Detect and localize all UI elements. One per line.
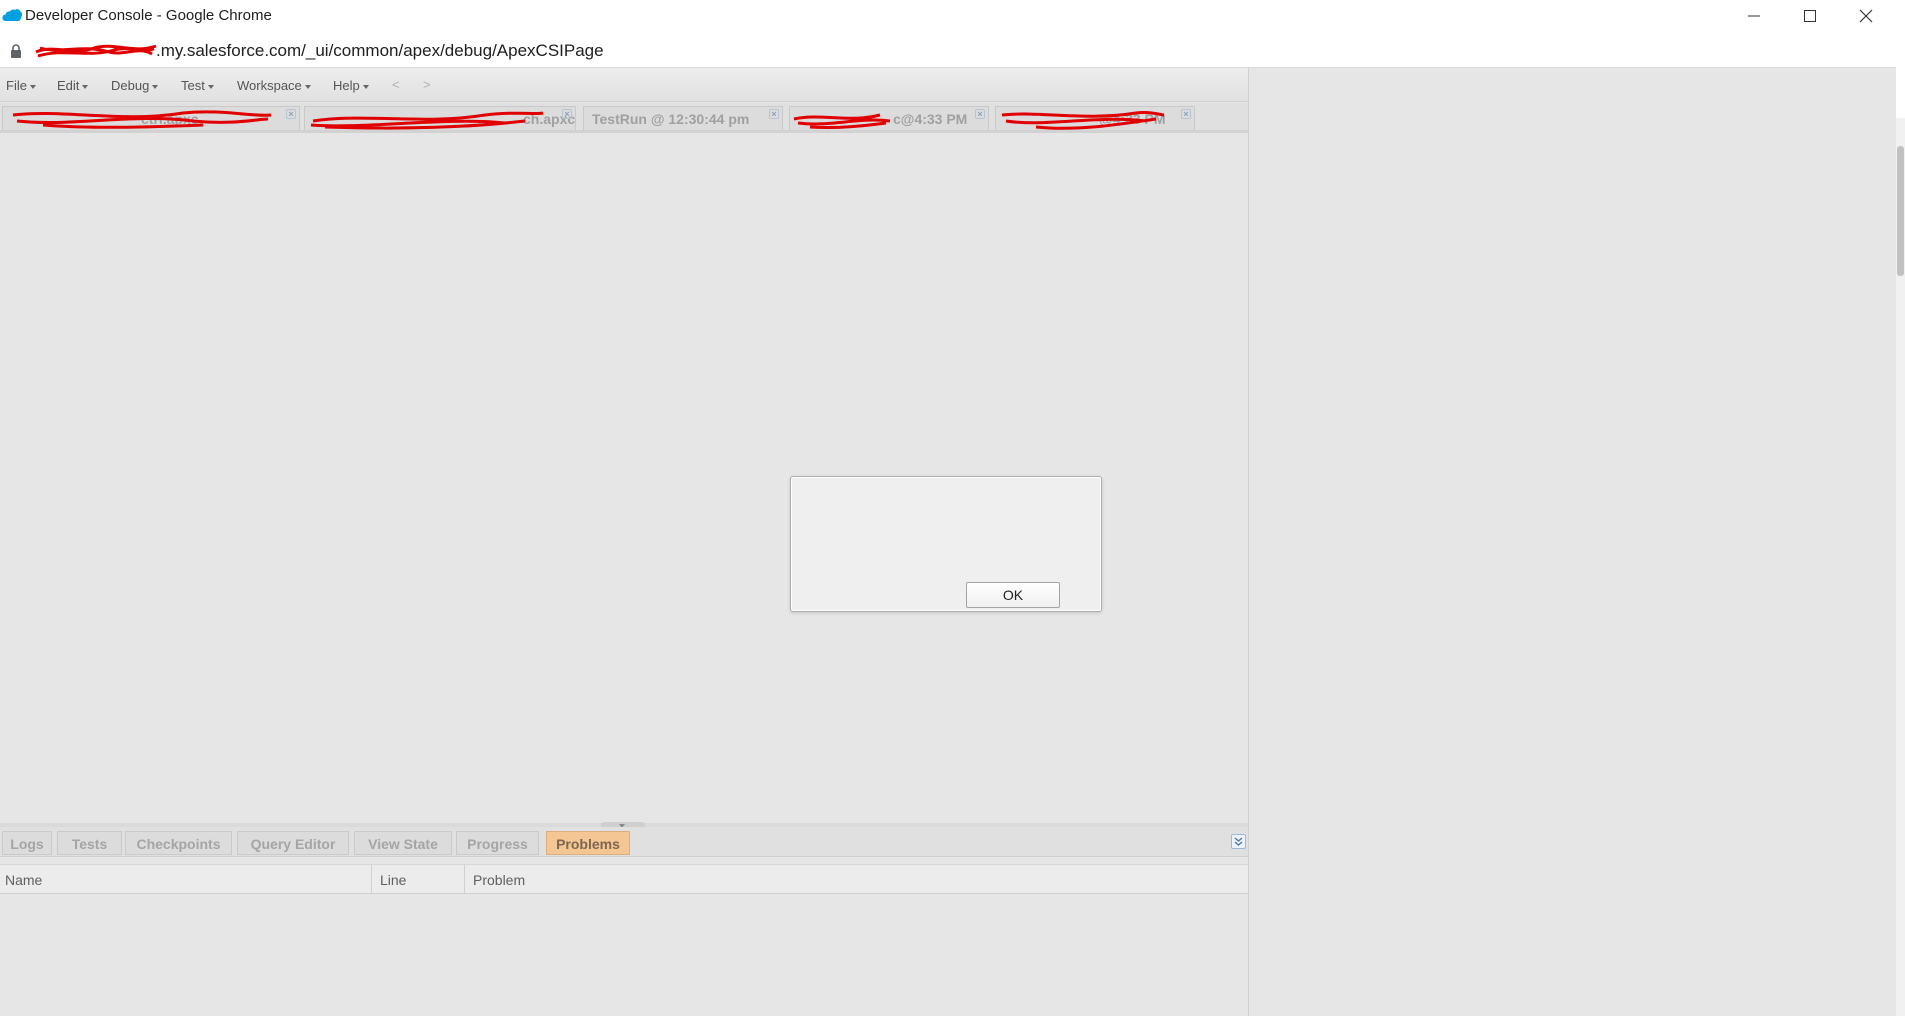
editor-tab[interactable]: c@4:33 PM ×	[789, 106, 989, 130]
tab-logs[interactable]: Logs	[2, 831, 52, 855]
nav-forward-button[interactable]: >	[423, 77, 431, 92]
tab-tests[interactable]: Tests	[57, 831, 122, 855]
maximize-button[interactable]	[1782, 0, 1838, 32]
editor-tab-bar: ctrl.apxc × ch.apxc × TestRun @ 12:30:44…	[0, 103, 1248, 133]
address-bar[interactable]: .my.salesforce.com/_ui/common/apex/debug…	[0, 32, 1896, 68]
menu-workspace[interactable]: Workspace	[237, 78, 311, 93]
nav-back-button[interactable]: <	[392, 77, 400, 92]
menu-file[interactable]: File	[6, 78, 36, 93]
menu-test[interactable]: Test	[181, 78, 214, 93]
close-icon	[1859, 9, 1873, 23]
collapse-panel-button[interactable]	[1231, 834, 1246, 849]
column-divider[interactable]	[371, 865, 372, 895]
tab-problems[interactable]: Problems	[546, 831, 630, 855]
redaction-scribble	[12, 110, 272, 129]
window-title: Developer Console - Google Chrome	[25, 7, 272, 24]
close-tab-icon[interactable]: ×	[769, 109, 779, 119]
tab-checkpoints[interactable]: Checkpoints	[125, 831, 232, 855]
double-chevron-icon	[1234, 837, 1243, 846]
tab-progress[interactable]: Progress	[456, 831, 539, 855]
scrollbar-thumb[interactable]	[1897, 146, 1904, 276]
chevron-down-icon	[29, 84, 36, 89]
chevron-down-icon	[304, 84, 311, 89]
redaction-scribble	[35, 44, 157, 58]
minimize-button[interactable]	[1726, 0, 1782, 32]
column-header-line[interactable]: Line	[380, 872, 406, 888]
redaction-scribble	[793, 113, 891, 130]
column-divider[interactable]	[464, 865, 465, 895]
salesforce-cloud-icon	[2, 9, 22, 22]
tab-view-state[interactable]: View State	[354, 831, 452, 855]
lock-icon	[11, 44, 21, 58]
close-tab-icon[interactable]: ×	[286, 109, 296, 119]
problems-table-header: Name Line Problem	[0, 864, 1248, 895]
menu-help[interactable]: Help	[333, 78, 369, 93]
redaction-scribble	[1001, 110, 1165, 130]
chevron-down-icon	[207, 84, 214, 89]
menu-edit[interactable]: Edit	[57, 78, 89, 93]
redaction-scribble	[310, 111, 544, 130]
problems-table-body	[0, 894, 1248, 1016]
maximize-icon	[1804, 10, 1816, 22]
close-window-button[interactable]	[1838, 0, 1894, 32]
alert-dialog: OK	[790, 476, 1102, 612]
column-header-name[interactable]: Name	[5, 872, 42, 888]
editor-tab[interactable]: ch.apxc ×	[304, 106, 576, 130]
close-tab-icon[interactable]: ×	[975, 109, 985, 119]
editor-tab[interactable]: @4:33 PM ×	[995, 106, 1195, 130]
tab-query-editor[interactable]: Query Editor	[237, 831, 349, 855]
chevron-down-icon	[362, 84, 369, 89]
minimize-icon	[1748, 15, 1760, 17]
chevron-down-icon	[82, 84, 89, 89]
menu-debug[interactable]: Debug	[111, 78, 159, 93]
bottom-tab-bar: Logs Tests Checkpoints Query Editor View…	[0, 827, 1248, 857]
close-tab-icon[interactable]: ×	[1181, 109, 1191, 119]
browser-title-bar: Developer Console - Google Chrome	[0, 0, 1905, 32]
scrollbar-track-top	[1896, 32, 1905, 118]
column-header-problem[interactable]: Problem	[473, 872, 525, 888]
chevron-down-icon	[152, 84, 159, 89]
editor-tab-testrun[interactable]: TestRun @ 12:30:44 pm ×	[583, 106, 783, 130]
page-blank-area	[1248, 68, 1896, 1016]
ok-button[interactable]: OK	[966, 582, 1060, 608]
editor-tab[interactable]: ctrl.apxc ×	[2, 106, 300, 130]
close-tab-icon[interactable]: ×	[562, 109, 572, 119]
menu-bar: File Edit Debug Test Workspace Help < >	[0, 68, 1248, 102]
